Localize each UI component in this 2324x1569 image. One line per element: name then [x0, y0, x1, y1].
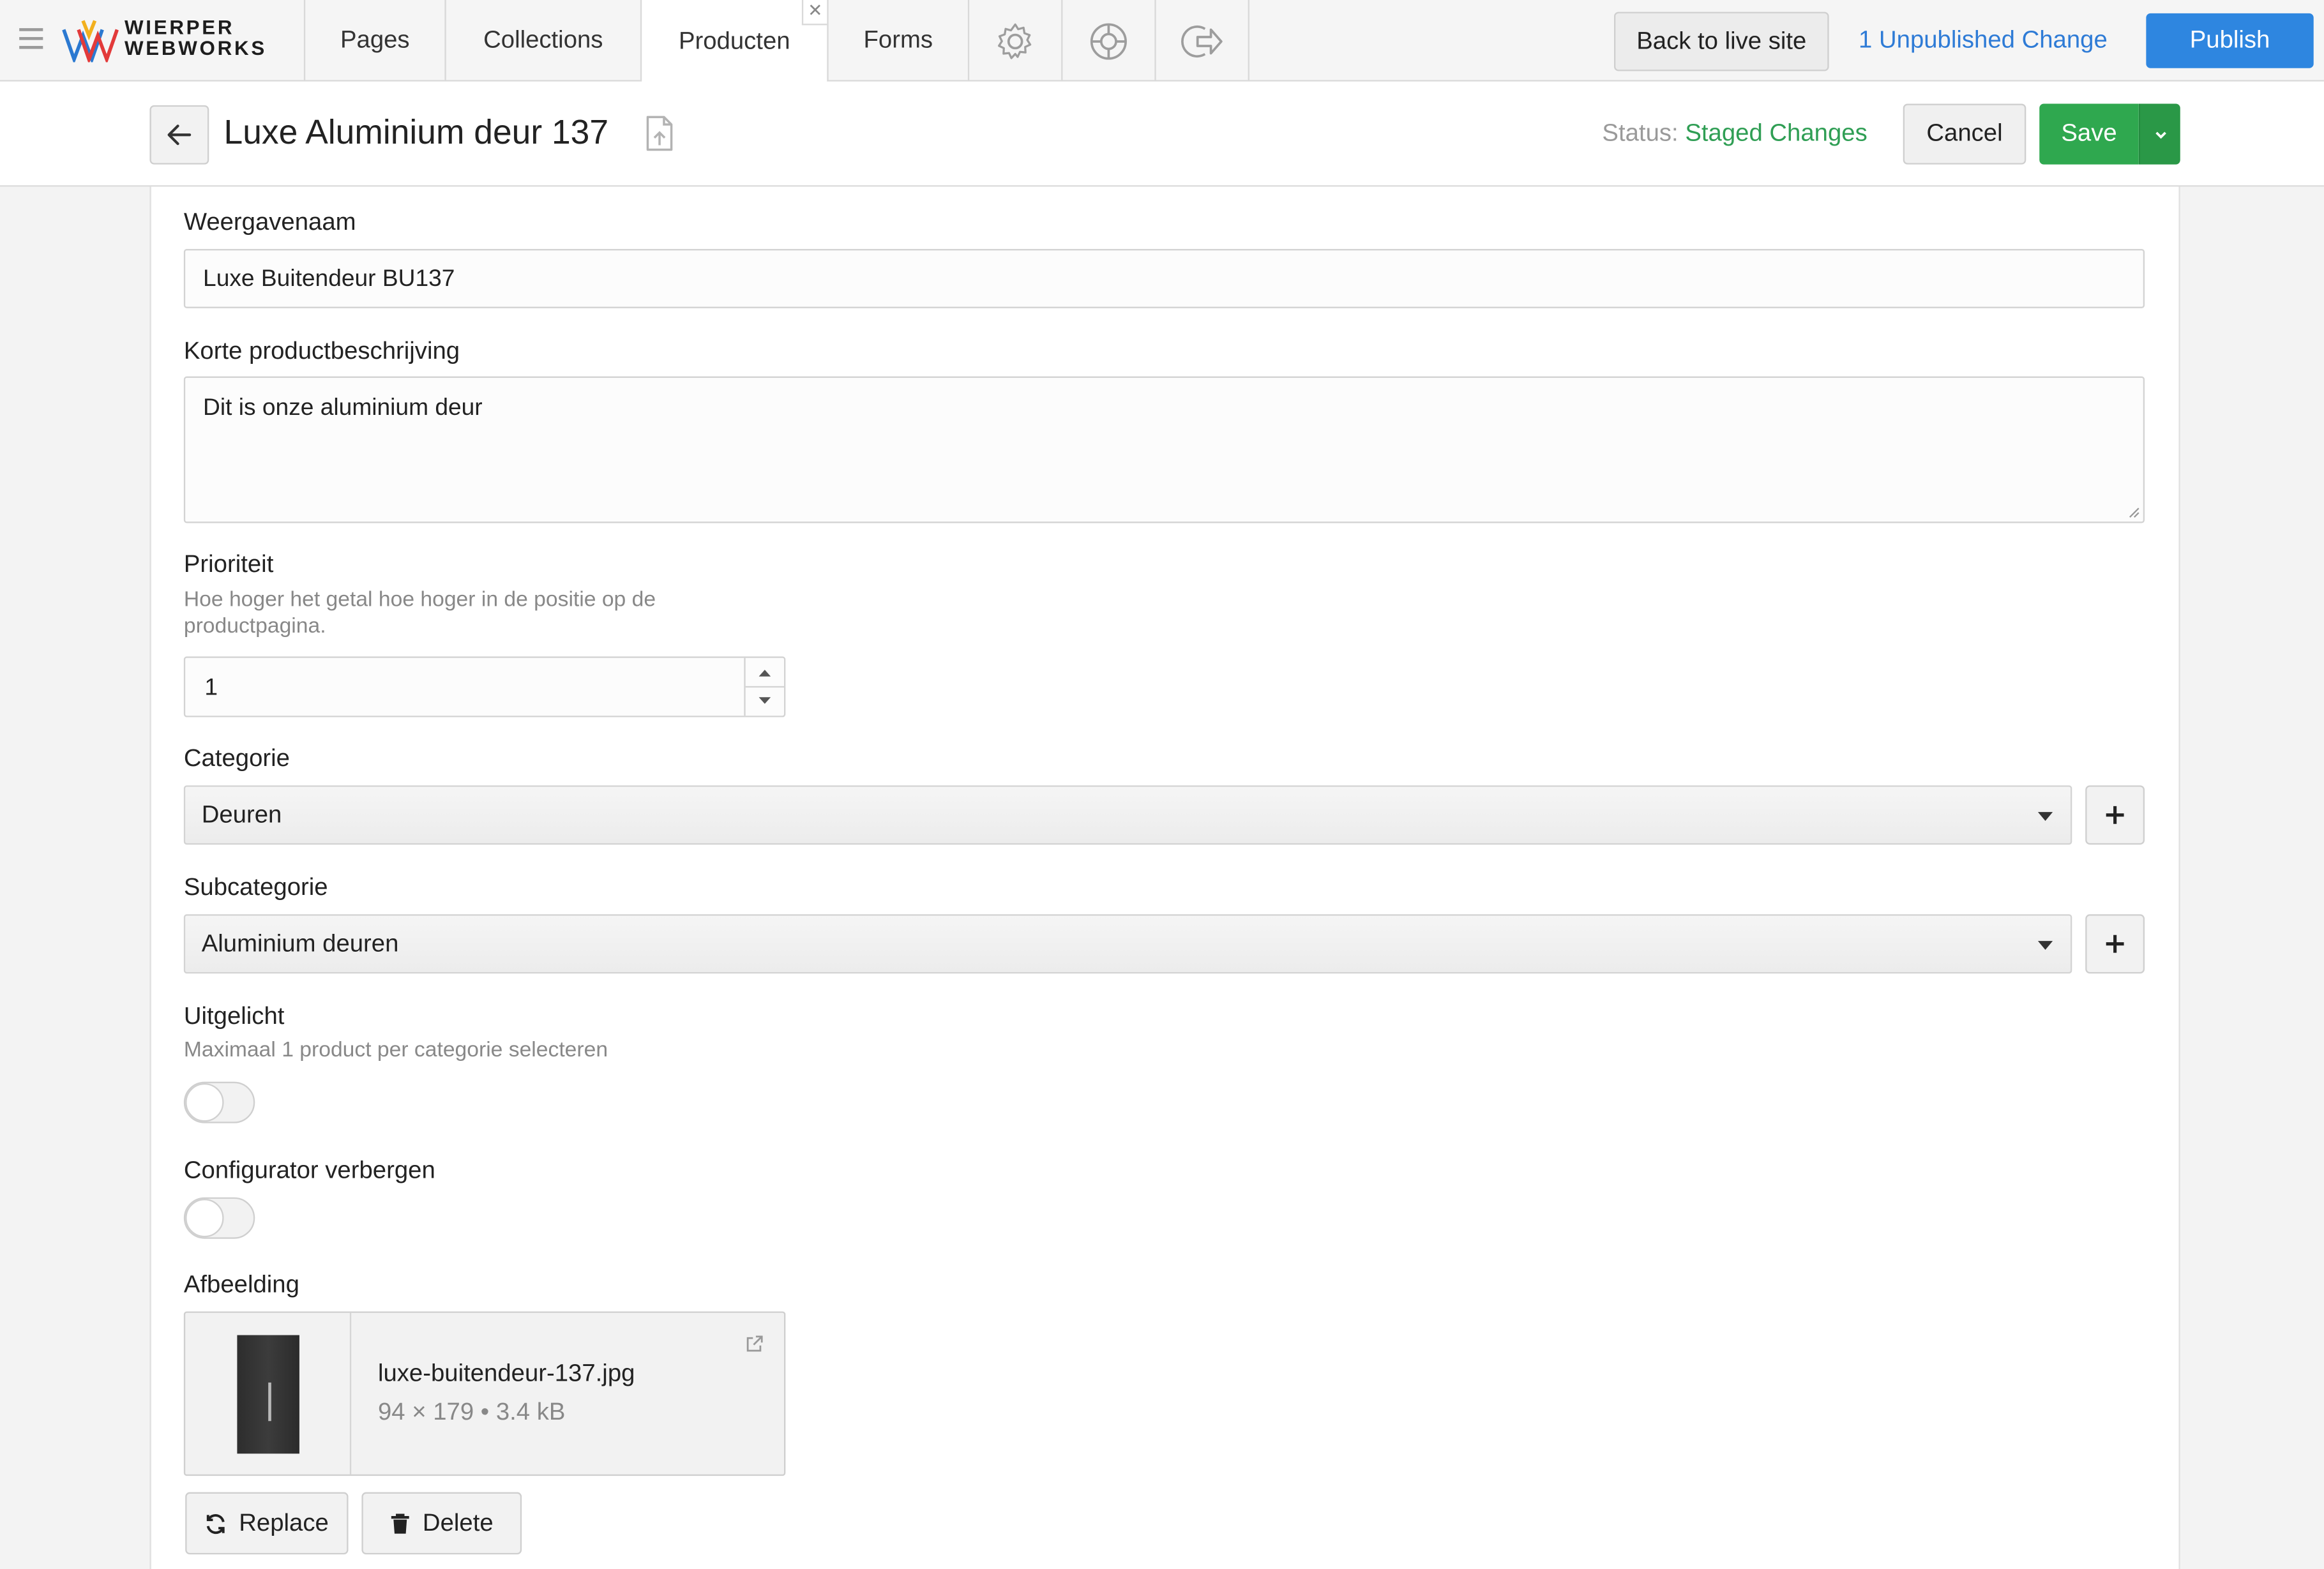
resize-handle-icon[interactable]	[2129, 507, 2141, 519]
menu-icon[interactable]	[19, 28, 43, 52]
refresh-icon	[207, 1513, 225, 1533]
prioriteit-hint: Hoe hoger het getal hoe hoger in de posi…	[183, 588, 656, 639]
status-label: Status:	[1602, 120, 1679, 147]
weergavenaam-input[interactable]: Luxe Buitendeur BU137	[183, 248, 2145, 308]
toggle-knob	[185, 1199, 224, 1238]
brand-name-line1: WIERPER	[124, 16, 235, 39]
tab-label: Producten	[678, 27, 790, 54]
save-button[interactable]: Save	[2039, 103, 2139, 165]
image-file-info: 94 × 179 • 3.4 kB	[377, 1399, 566, 1426]
page-title: Luxe Aluminium deur 137	[223, 112, 609, 151]
image-file-card: luxe-buitendeur-137.jpg 94 × 179 • 3.4 k…	[183, 1311, 786, 1476]
publish-button[interactable]: Publish	[2146, 13, 2314, 68]
tab-collections[interactable]: Collections	[444, 0, 640, 82]
tab-forms[interactable]: Forms	[827, 0, 968, 82]
close-tab-icon[interactable]: ✕	[801, 0, 827, 26]
tab-label: Collections	[483, 26, 603, 54]
back-to-live-site-button[interactable]: Back to live site	[1614, 11, 1829, 71]
uitgelicht-hint: Maximaal 1 product per categorie selecte…	[183, 1039, 608, 1063]
save-options-dropdown[interactable]	[2138, 103, 2180, 165]
logout-button[interactable]	[1154, 0, 1248, 82]
tab-pages[interactable]: Pages	[303, 0, 445, 82]
replace-label: Replace	[239, 1509, 329, 1536]
file-upload-icon[interactable]	[645, 116, 674, 158]
unpublished-changes-link[interactable]: 1 Unpublished Change	[1859, 27, 2108, 55]
plus-icon	[2106, 935, 2124, 953]
field-label-subcategorie: Subcategorie	[183, 874, 328, 901]
add-categorie-button[interactable]	[2085, 785, 2145, 845]
prioriteit-number-input[interactable]: 1	[183, 656, 786, 717]
decrement-button[interactable]	[745, 686, 785, 714]
toggle-knob	[185, 1083, 224, 1122]
plus-icon	[2106, 806, 2124, 824]
field-label-korte-productbeschrijving: Korte productbeschrijving	[183, 338, 460, 365]
back-button[interactable]	[149, 105, 209, 165]
settings-button[interactable]	[967, 0, 1061, 82]
image-filename: luxe-buitendeur-137.jpg	[377, 1360, 635, 1387]
gear-icon	[997, 22, 1032, 59]
replace-image-button[interactable]: Replace	[185, 1492, 349, 1555]
categorie-select[interactable]: Deuren	[183, 785, 2072, 845]
subcategorie-selected-value: Aluminium deuren	[201, 930, 399, 957]
help-lifebuoy-icon	[1090, 22, 1127, 59]
field-label-configurator-verbergen: Configurator verbergen	[183, 1157, 435, 1184]
help-button[interactable]	[1061, 0, 1154, 82]
field-label-afbeelding: Afbeelding	[183, 1271, 299, 1298]
configurator-verbergen-toggle[interactable]	[183, 1197, 255, 1239]
door-image	[236, 1334, 299, 1453]
logo-mark-icon	[62, 20, 119, 65]
dropdown-caret-icon	[2037, 812, 2053, 822]
tab-label: Pages	[340, 26, 410, 54]
arrow-left-icon	[167, 124, 192, 146]
uitgelicht-toggle[interactable]	[183, 1081, 255, 1123]
cancel-button[interactable]: Cancel	[1903, 103, 2026, 165]
prioriteit-value: 1	[204, 675, 218, 702]
caret-down-icon	[758, 697, 771, 704]
logout-icon	[1181, 24, 1223, 57]
chevron-down-icon	[2155, 131, 2166, 139]
tab-producten[interactable]: Producten ✕	[640, 0, 827, 83]
categorie-selected-value: Deuren	[201, 801, 282, 829]
field-label-weergavenaam: Weergavenaam	[183, 209, 356, 236]
increment-button[interactable]	[746, 658, 784, 686]
number-stepper[interactable]	[744, 657, 785, 716]
tab-label: Forms	[863, 26, 933, 54]
status-value: Staged Changes	[1685, 120, 1867, 147]
dropdown-caret-icon	[2037, 941, 2053, 950]
delete-image-button[interactable]: Delete	[361, 1492, 522, 1555]
caret-up-icon	[758, 669, 771, 676]
editor-header: Luxe Aluminium deur 137 Status: Staged C…	[0, 81, 2324, 187]
brand-logo[interactable]: WIERPER WEBWORKS	[62, 17, 264, 65]
subcategorie-select[interactable]: Aluminium deuren	[183, 914, 2072, 974]
trash-icon	[391, 1513, 410, 1533]
top-navigation-bar: WIERPER WEBWORKS Pages Collections Produ…	[0, 0, 2324, 83]
field-label-categorie: Categorie	[183, 745, 290, 772]
field-label-uitgelicht: Uitgelicht	[183, 1003, 285, 1030]
field-label-prioriteit: Prioriteit	[183, 551, 274, 578]
status-indicator: Status: Staged Changes	[1602, 120, 1867, 148]
korte-productbeschrijving-textarea[interactable]: Dit is onze aluminium deur	[183, 376, 2145, 523]
brand-name-line2: WEBWORKS	[124, 37, 267, 59]
image-thumbnail[interactable]	[185, 1312, 352, 1475]
add-subcategorie-button[interactable]	[2085, 914, 2145, 974]
delete-label: Delete	[422, 1509, 494, 1536]
textarea-value: Dit is onze aluminium deur	[203, 395, 483, 421]
external-link-icon[interactable]	[746, 1333, 764, 1360]
